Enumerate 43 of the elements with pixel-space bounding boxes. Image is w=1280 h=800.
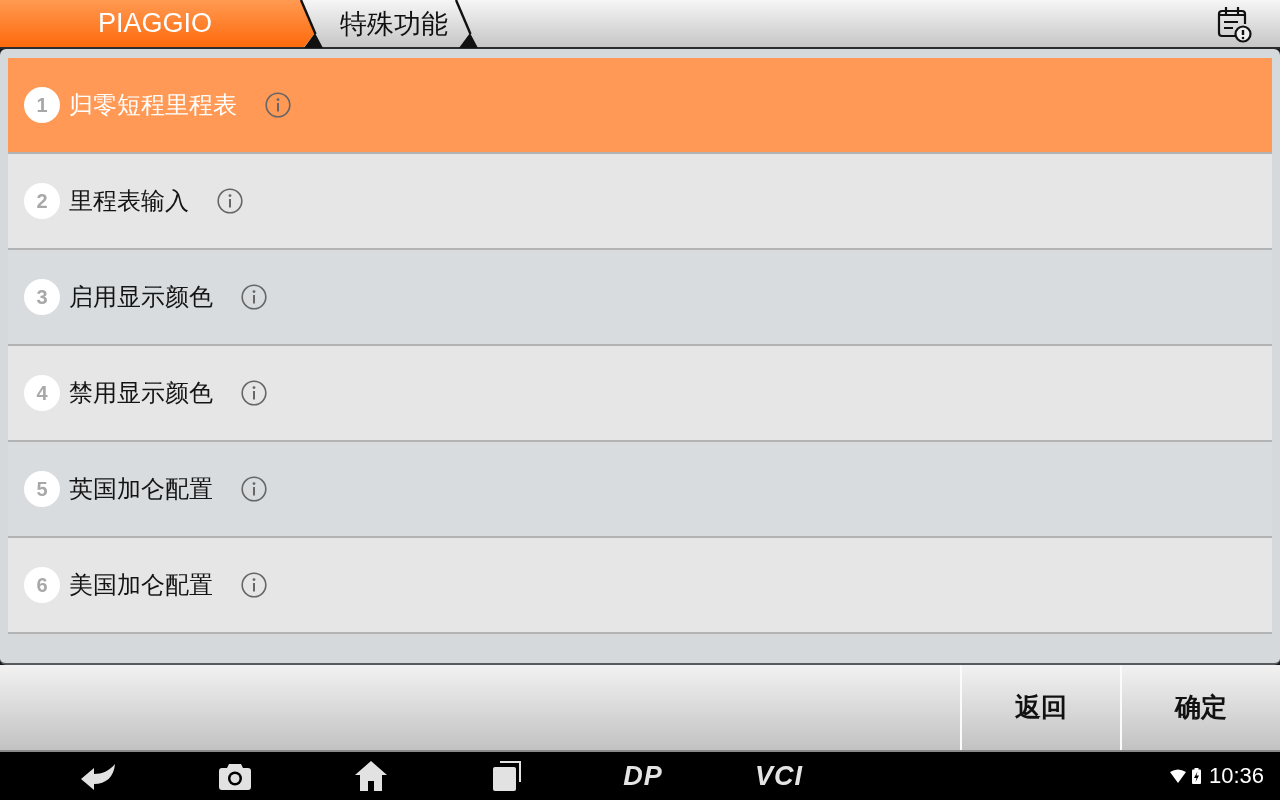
action-button[interactable]: 确定 [1120,665,1280,750]
info-button[interactable] [241,572,267,598]
function-row[interactable]: 6 美国加仑配置 [8,538,1272,634]
info-icon [241,476,267,502]
number-badge: 6 [24,567,60,603]
wifi-icon [1169,769,1186,783]
function-label: 美国加仑配置 [69,570,213,600]
info-icon [241,380,267,406]
shortcut-button[interactable]: DP [575,752,711,800]
report-button[interactable] [1216,5,1252,43]
info-icon [241,572,267,598]
number-badge: 2 [24,183,60,219]
back-arrow-icon [81,762,117,790]
action-button[interactable]: 返回 [960,665,1120,750]
clock-time: 10:36 [1208,763,1264,789]
home-icon [355,761,387,791]
info-icon [265,92,291,118]
battery-charging-icon [1191,768,1201,784]
number-badge: 4 [24,375,60,411]
info-button[interactable] [265,92,291,118]
function-label: 归零短程里程表 [69,90,237,120]
info-icon [241,284,267,310]
number-badge: 5 [24,471,60,507]
function-row[interactable]: 2 里程表输入 [8,154,1272,250]
function-row[interactable]: 4 禁用显示颜色 [8,346,1272,442]
info-button[interactable] [241,380,267,406]
function-label: 里程表输入 [69,186,189,216]
info-button[interactable] [241,476,267,502]
info-button[interactable] [217,188,243,214]
info-button[interactable] [241,284,267,310]
info-icon [217,188,243,214]
number-badge: 3 [24,279,60,315]
number-badge: 1 [24,87,60,123]
shortcut-button[interactable]: VCI [711,752,847,800]
function-label: 禁用显示颜色 [69,378,213,408]
camera-icon [219,762,251,790]
calendar-alert-icon [1216,5,1252,43]
recent-apps-icon [493,761,521,791]
function-label: 英国加仑配置 [69,474,213,504]
tab-arrow-edge-icon [455,0,480,48]
tab-arrow-edge-icon [300,0,325,48]
function-label: 启用显示颜色 [69,282,213,312]
breadcrumb-tab[interactable]: 特殊功能 [324,0,480,47]
